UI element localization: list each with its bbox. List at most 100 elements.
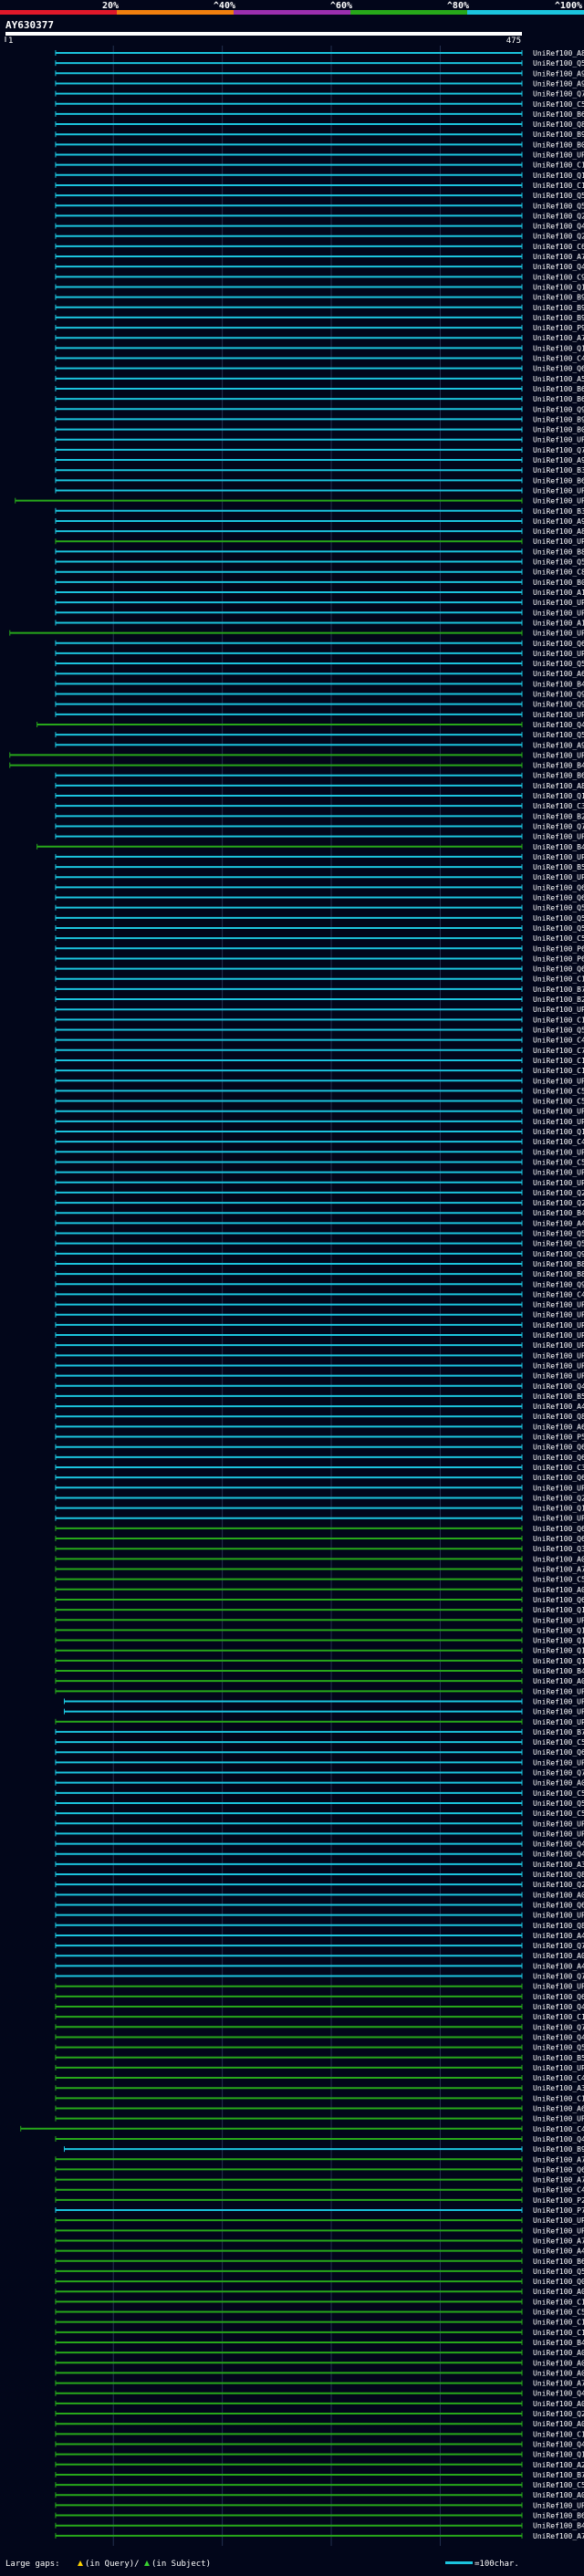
hit-label[interactable]: UniRef100_B5X117 xyxy=(533,1392,584,1401)
hit-label[interactable]: UniRef100_C6GVH2 xyxy=(533,243,584,251)
hit-label[interactable]: UniRef100_Q1J098 xyxy=(533,1128,584,1136)
hit-label[interactable]: UniRef100_Q2BIQ3 xyxy=(533,1494,584,1502)
hit-label[interactable]: UniRef100_UPI000... xyxy=(533,1077,584,1085)
hit-label[interactable]: UniRef100_B4DEH7 xyxy=(533,2522,584,2530)
hit-label[interactable]: UniRef100_Q5UJ99 xyxy=(533,1799,584,1808)
hit-label[interactable]: UniRef100_A2E7J4 xyxy=(533,2461,584,2469)
hit-label[interactable]: UniRef100_B3S7L8 xyxy=(533,507,584,516)
hit-label[interactable]: UniRef100_Q0PAQ8 xyxy=(533,2278,584,2286)
hit-label[interactable]: UniRef100_Q6NSP1 xyxy=(533,965,584,974)
hit-label[interactable]: UniRef100_A4I4K2 xyxy=(533,1932,584,1940)
hit-label[interactable]: UniRef100_C8VC40 xyxy=(533,568,584,577)
hit-label[interactable]: UniRef100_B9SR45 xyxy=(533,130,584,139)
hit-label[interactable]: UniRef100_B6HHE2 xyxy=(533,476,584,485)
hit-label[interactable]: UniRef100_Q7YNC8 xyxy=(533,2023,584,2031)
hit-label[interactable]: UniRef100_Q23685 xyxy=(533,233,584,241)
hit-label[interactable]: UniRef100_Q5D949 xyxy=(533,1026,584,1034)
hit-label[interactable]: UniRef100_B9F6B6 xyxy=(533,314,584,322)
hit-label[interactable]: UniRef100_Q4RY19 xyxy=(533,2003,584,2011)
hit-label[interactable]: UniRef100_Q53K44 xyxy=(533,660,584,668)
hit-label[interactable]: UniRef100_C5KSC9 xyxy=(533,1809,584,1818)
hit-label[interactable]: UniRef100_B4DSU4 xyxy=(533,762,584,770)
hit-label[interactable]: UniRef100_C4N170 xyxy=(533,1138,584,1146)
hit-label[interactable]: UniRef100_Q96PC3-2 xyxy=(533,691,584,699)
hit-label[interactable]: UniRef100_UPI000... xyxy=(533,1830,584,1838)
hit-label[interactable]: UniRef100_C1LPM8 xyxy=(533,2094,584,2102)
hit-label[interactable]: UniRef100_B4DEQ6 xyxy=(533,2339,584,2347)
hit-label[interactable]: UniRef100_B4NJD7 xyxy=(533,1667,584,1675)
hit-label[interactable]: UniRef100_B46SU6 xyxy=(533,1209,584,1217)
hit-label[interactable]: UniRef100_A9PA3L xyxy=(533,517,584,526)
hit-label[interactable]: UniRef100_Q1E5R0 xyxy=(533,792,584,800)
hit-label[interactable]: UniRef100_B7Z853 xyxy=(533,1728,584,1736)
hit-label[interactable]: UniRef100_C9P5L4 xyxy=(533,273,584,281)
hit-label[interactable]: UniRef100_C4WS30 xyxy=(533,1037,584,1045)
hit-label[interactable]: UniRef100_Q754E6 xyxy=(533,1942,584,1950)
hit-label[interactable]: UniRef100_UPI000... xyxy=(533,1758,584,1767)
hit-label[interactable]: UniRef100_A4R1P2 xyxy=(533,1962,584,1970)
hit-label[interactable]: UniRef100_UPI000... xyxy=(533,599,584,607)
hit-label[interactable]: UniRef100_Q5KGB2 xyxy=(533,904,584,913)
hit-label[interactable]: UniRef100_Q66J08 xyxy=(533,1474,584,1482)
hit-label[interactable]: UniRef100_Q6CI22 xyxy=(533,2165,584,2174)
hit-label[interactable]: UniRef100_UPI000... xyxy=(533,1311,584,1319)
hit-label[interactable]: UniRef100_C1COP2 xyxy=(533,2298,584,2306)
hit-label[interactable]: UniRef100_B9RA44 xyxy=(533,294,584,302)
hit-label[interactable]: UniRef100_Q17M16 xyxy=(533,1626,584,1634)
hit-label[interactable]: UniRef100_B0G1B5 xyxy=(533,141,584,149)
hit-label[interactable]: UniRef100_B9I2H8 xyxy=(533,415,584,423)
hit-label[interactable]: UniRef100_UPI000... xyxy=(533,1301,584,1309)
hit-label[interactable]: UniRef100_C1E4S9 xyxy=(533,162,584,170)
hit-label[interactable]: UniRef100_C5ZL88 xyxy=(533,2309,584,2317)
hit-label[interactable]: UniRef100_UPI000... xyxy=(533,1351,584,1360)
hit-label[interactable]: UniRef100_UPI000... xyxy=(533,2227,584,2235)
hit-label[interactable]: UniRef100_UPI000... xyxy=(533,1006,584,1014)
hit-label[interactable]: UniRef100_A0A7V0 xyxy=(533,2369,584,2377)
hit-label[interactable]: UniRef100_UPI000... xyxy=(533,1616,584,1624)
hit-label[interactable]: UniRef100_Q1EBD1 xyxy=(533,2451,584,2459)
hit-label[interactable]: UniRef100_B6JVG8 xyxy=(533,395,584,403)
hit-label[interactable]: UniRef100_Q6GQF1 xyxy=(533,1993,584,2001)
hit-label[interactable]: UniRef100_UPI000... xyxy=(533,436,584,444)
hit-label[interactable]: UniRef100_Q17M13 xyxy=(533,1657,584,1665)
hit-label[interactable]: UniRef100_UPI000... xyxy=(533,711,584,719)
hit-label[interactable]: UniRef100_A0PER2 xyxy=(533,1586,584,1594)
hit-label[interactable]: UniRef100_Q6DM24 xyxy=(533,1535,584,1543)
hit-label[interactable]: UniRef100_A1CYJ9 xyxy=(533,589,584,597)
hit-label[interactable]: UniRef100_B5DKM5 xyxy=(533,2054,584,2062)
hit-label[interactable]: UniRef100_Q9P7N2 xyxy=(533,405,584,413)
hit-label[interactable]: UniRef100_Q6BL33 xyxy=(533,1596,584,1604)
hit-label[interactable]: UniRef100_Q7BE5C xyxy=(533,446,584,454)
hit-label[interactable]: UniRef100_C4LL21 xyxy=(533,1290,584,1298)
hit-label[interactable]: UniRef100_UPI000... xyxy=(533,1169,584,1177)
hit-label[interactable]: UniRef100_A0DXI6 xyxy=(533,2349,584,2357)
hit-label[interactable]: UniRef100_B4DQZ1 xyxy=(533,680,584,688)
hit-label[interactable]: UniRef100_UPI000... xyxy=(533,1820,584,1828)
hit-label[interactable]: UniRef100_A8NRP2 xyxy=(533,527,584,536)
hit-label[interactable]: UniRef100_B0XTH9 xyxy=(533,579,584,587)
hit-label[interactable]: UniRef100_B9RPF5 xyxy=(533,2145,584,2154)
hit-label[interactable]: UniRef100_Q7MHS1 xyxy=(533,1769,584,1778)
hit-label[interactable]: UniRef100_Q4RV95 xyxy=(533,1851,584,1859)
hit-label[interactable]: UniRef100_C5L962 xyxy=(533,1087,584,1095)
hit-label[interactable]: UniRef100_UPI000... xyxy=(533,1321,584,1330)
hit-label[interactable]: UniRef100_Q6DB50 xyxy=(533,1444,584,1452)
hit-label[interactable]: UniRef100_UPI000... xyxy=(533,1718,584,1726)
hit-label[interactable]: UniRef100_UPI000... xyxy=(533,751,584,759)
hit-label[interactable]: UniRef100_B5XBU4 xyxy=(533,863,584,871)
hit-label[interactable]: UniRef100_C5FF57 xyxy=(533,1576,584,1584)
hit-label[interactable]: UniRef100_Q5BLM2 xyxy=(533,1230,584,1238)
hit-label[interactable]: UniRef100_P79LL6 xyxy=(533,2206,584,2215)
hit-label[interactable]: UniRef100_Q4TT42 xyxy=(533,2440,584,2448)
hit-label[interactable]: UniRef100_UPI000... xyxy=(533,853,584,861)
hit-label[interactable]: UniRef100_B3L4Y4 xyxy=(533,466,584,475)
hit-label[interactable]: UniRef100_UPI000... xyxy=(533,609,584,617)
hit-label[interactable]: UniRef100_Q8K3S2 xyxy=(533,1922,584,1930)
hit-label[interactable]: UniRef100_A9RR75 xyxy=(533,456,584,464)
hit-label[interactable]: UniRef100_UPI000... xyxy=(533,1179,584,1187)
hit-label[interactable]: UniRef100_A7AW25 xyxy=(533,2380,584,2388)
hit-label[interactable]: UniRef100_UPI000... xyxy=(533,1361,584,1370)
hit-label[interactable]: UniRef100_UPI000... xyxy=(533,1341,584,1350)
hit-label[interactable]: UniRef100_P93078 xyxy=(533,324,584,332)
hit-label[interactable]: UniRef100_A9THE0 xyxy=(533,69,584,78)
